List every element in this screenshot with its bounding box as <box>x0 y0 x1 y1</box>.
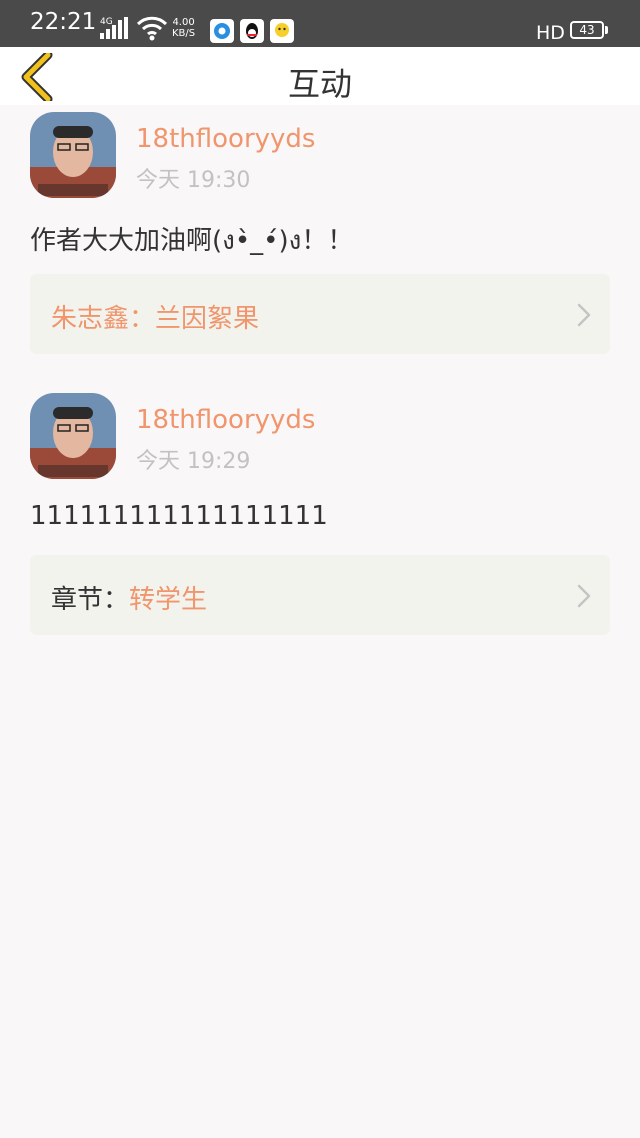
speed-value: 4.00 <box>172 17 195 28</box>
speed-unit: KB/S <box>172 28 196 39</box>
app-notification-icon <box>210 19 234 43</box>
reference-link[interactable]: 朱志鑫：兰因絮果 <box>30 274 610 354</box>
battery-tip <box>605 26 608 34</box>
reference-value: 兰因絮果 <box>155 304 260 334</box>
avatar[interactable] <box>30 393 116 479</box>
reference-link[interactable]: 章节：转学生 <box>30 555 610 635</box>
comment-time: 今天 19:29 <box>136 449 251 474</box>
username[interactable]: 18thflooryyds <box>136 405 315 435</box>
battery-level: 43 <box>579 23 595 37</box>
header: 互动 <box>0 47 640 105</box>
username[interactable]: 18thflooryyds <box>136 124 315 154</box>
status-bar: 22:21 4G 4.00 KB/S HD 43 <box>0 0 640 47</box>
comment-time: 今天 19:30 <box>136 168 251 193</box>
avatar[interactable] <box>30 112 116 198</box>
reference-text: 章节：转学生 <box>51 579 207 616</box>
network-speed: 4.00 KB/S <box>172 17 195 39</box>
chevron-right-icon <box>577 584 591 608</box>
reference-prefix: 章节： <box>51 585 130 615</box>
comment-content: 作者大大加油啊(ง•̀_•́)ง！！ <box>30 226 354 256</box>
reference-value: 转学生 <box>129 585 208 615</box>
reference-prefix: 朱志鑫： <box>51 304 156 334</box>
chevron-right-icon <box>577 303 591 327</box>
hd-indicator: HD <box>536 22 565 44</box>
chat-app-icon <box>270 19 294 43</box>
network-type: 4G <box>100 17 113 27</box>
signal-icon: 4G <box>100 17 132 39</box>
comment-content: 111111111111111111 <box>30 501 328 531</box>
battery-icon: 43 <box>570 21 604 39</box>
reference-text: 朱志鑫：兰因絮果 <box>51 298 259 335</box>
wifi-icon <box>136 16 168 41</box>
status-time: 22:21 <box>30 9 97 35</box>
qq-icon <box>240 19 264 43</box>
page-title: 互动 <box>287 65 352 103</box>
